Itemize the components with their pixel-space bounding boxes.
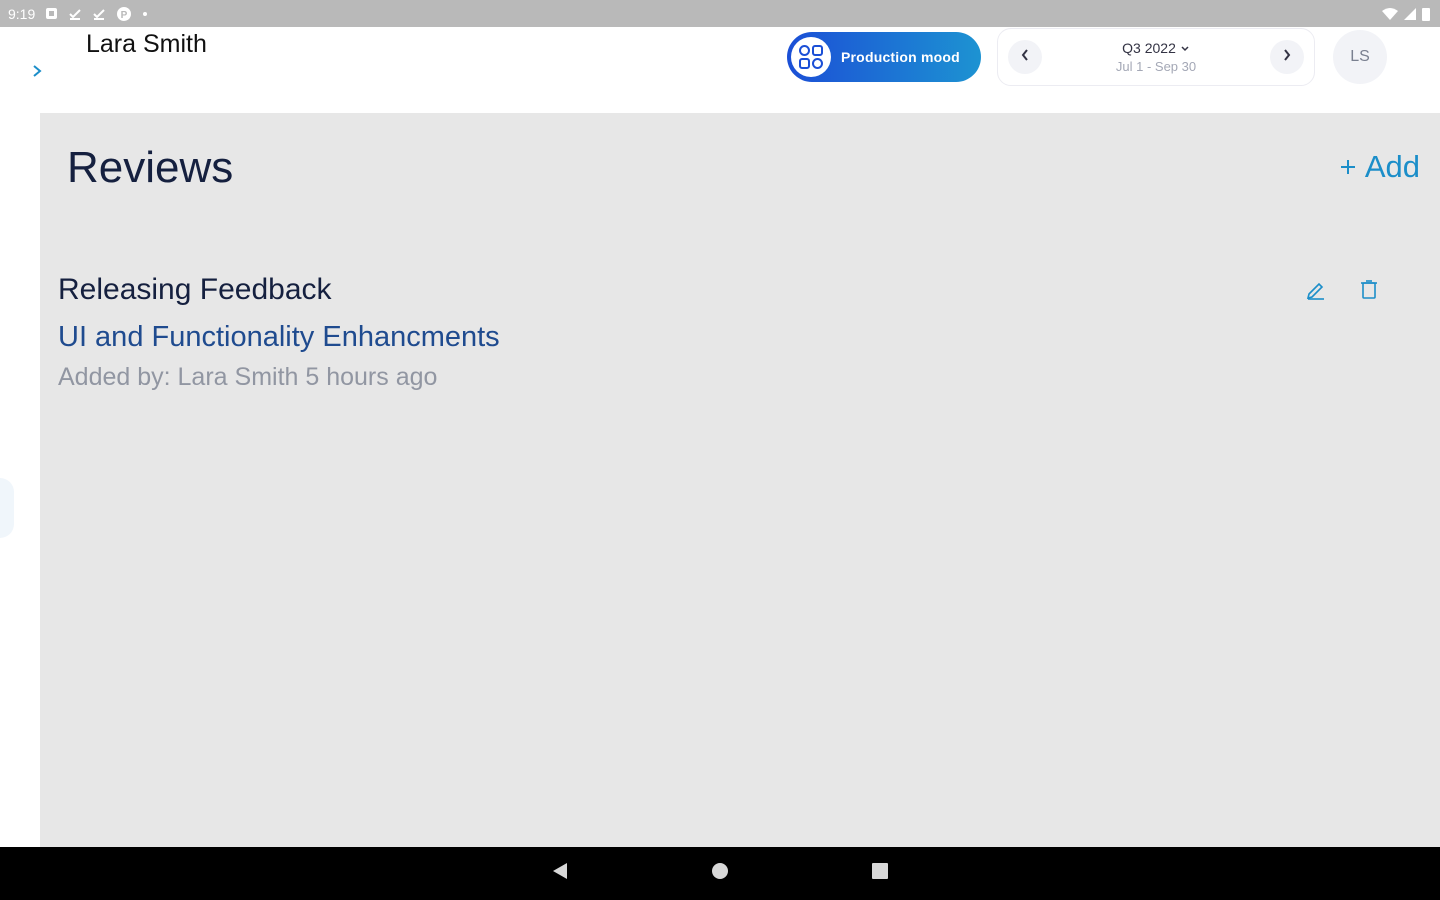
review-title: Releasing Feedback <box>58 273 332 306</box>
svg-text:P: P <box>121 10 128 21</box>
review-meta: Added by: Lara Smith 5 hours ago <box>58 363 438 391</box>
review-subtitle: UI and Functionality Enhancments <box>58 321 500 353</box>
period-selector: Q3 2022 Jul 1 - Sep 30 <box>997 28 1315 86</box>
recents-button[interactable] <box>860 854 900 894</box>
side-edge-tab[interactable] <box>0 478 14 538</box>
status-bar-left: 9:19 P <box>8 6 148 22</box>
period-dropdown[interactable]: Q3 2022 Jul 1 - Sep 30 <box>1116 40 1196 74</box>
next-period-button[interactable] <box>1270 40 1304 74</box>
user-name: Lara Smith <box>86 30 207 58</box>
period-title: Q3 2022 <box>1122 40 1176 56</box>
back-button[interactable] <box>540 854 580 894</box>
chevron-right-icon <box>31 64 43 83</box>
p-circle-icon: P <box>116 6 132 22</box>
status-time: 9:19 <box>8 5 36 22</box>
home-button[interactable] <box>700 854 740 894</box>
signal-icon <box>1404 7 1416 20</box>
user-avatar[interactable]: LS <box>1333 30 1387 84</box>
home-circle-icon <box>710 861 730 886</box>
reviews-panel: Reviews Add Releasing Feedback UI and Fu… <box>40 113 1440 847</box>
production-mode-button[interactable]: Production mood <box>787 32 981 82</box>
system-navigation-bar <box>0 847 1440 900</box>
task-check-icon <box>92 7 106 21</box>
task-check-icon <box>68 7 82 21</box>
back-triangle-icon <box>551 861 569 886</box>
period-title-row: Q3 2022 <box>1116 40 1196 56</box>
page-title: Reviews <box>67 143 234 192</box>
period-range: Jul 1 - Sep 30 <box>1115 59 1197 74</box>
edit-review-button[interactable] <box>1302 277 1330 305</box>
battery-icon <box>1422 7 1430 21</box>
chevron-down-icon <box>1180 40 1190 56</box>
plus-icon <box>1339 151 1357 183</box>
production-mode-label: Production mood <box>841 49 960 65</box>
recents-square-icon <box>871 862 889 885</box>
status-bar: 9:19 P <box>0 0 1440 27</box>
add-label: Add <box>1364 149 1420 184</box>
dot-icon <box>142 11 148 17</box>
pencil-icon <box>1305 278 1327 305</box>
status-bar-right <box>1382 7 1430 21</box>
app-logo-icon <box>791 37 831 77</box>
wifi-icon <box>1382 7 1398 20</box>
previous-period-button[interactable] <box>1008 40 1042 74</box>
sidebar-expand-button[interactable] <box>22 58 52 88</box>
chevron-right-icon <box>1282 48 1292 66</box>
add-review-button[interactable]: Add <box>1339 149 1420 185</box>
trash-icon <box>1358 278 1380 305</box>
square-notification-icon <box>45 7 58 20</box>
chevron-left-icon <box>1020 48 1030 66</box>
delete-review-button[interactable] <box>1355 277 1383 305</box>
review-item: Releasing Feedback UI and Functionality … <box>58 273 1418 403</box>
